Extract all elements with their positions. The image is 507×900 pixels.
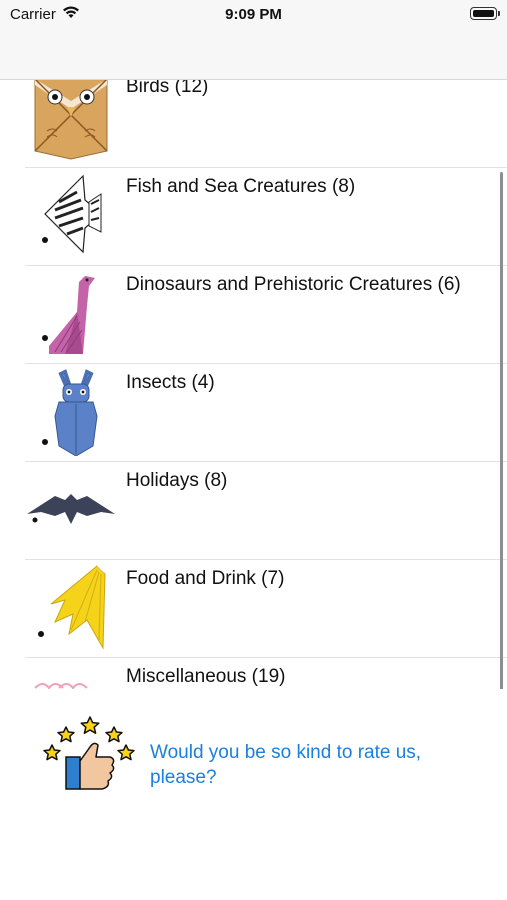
category-label: Holidays (8): [126, 470, 228, 491]
category-row-birds[interactable]: Birds (12): [0, 80, 507, 168]
origami-bat-icon: [25, 462, 117, 554]
category-label: Miscellaneous (19): [126, 666, 286, 687]
status-time: 9:09 PM: [225, 6, 282, 23]
origami-owl-icon: [25, 80, 117, 171]
thumbs-up-stars-icon: [38, 713, 138, 793]
status-bar: Carrier 9:09 PM: [0, 0, 507, 28]
category-row-food[interactable]: Food and Drink (7): [0, 560, 507, 658]
rate-app-footer[interactable]: Would you be so kind to rate us, please?: [0, 689, 507, 900]
category-label: Insects (4): [126, 372, 215, 393]
origami-angelfish-icon: [25, 168, 117, 260]
category-row-dinosaurs[interactable]: Dinosaurs and Prehistoric Creatures (6): [0, 266, 507, 364]
category-label: Fish and Sea Creatures (8): [126, 176, 356, 197]
scrollbar[interactable]: [500, 172, 503, 689]
category-row-misc[interactable]: Miscellaneous (19): [0, 658, 507, 689]
rate-app-link[interactable]: Would you be so kind to rate us, please?: [150, 740, 450, 790]
category-row-fish[interactable]: Fish and Sea Creatures (8): [0, 168, 507, 266]
origami-banana-icon: [25, 560, 117, 652]
origami-misc-icon: [25, 658, 117, 689]
origami-dinosaur-icon: [25, 266, 117, 358]
origami-beetle-icon: [25, 364, 117, 457]
battery-icon: [470, 7, 500, 20]
category-row-holidays[interactable]: Holidays (8): [0, 462, 507, 560]
category-label: Food and Drink (7): [126, 568, 285, 589]
category-label: Dinosaurs and Prehistoric Creatures (6): [126, 274, 461, 295]
category-row-insects[interactable]: Insects (4): [0, 364, 507, 462]
category-label: Birds (12): [126, 80, 209, 97]
category-list[interactable]: Birds (12) Fish and Sea Creatures (8) Di…: [0, 80, 507, 689]
